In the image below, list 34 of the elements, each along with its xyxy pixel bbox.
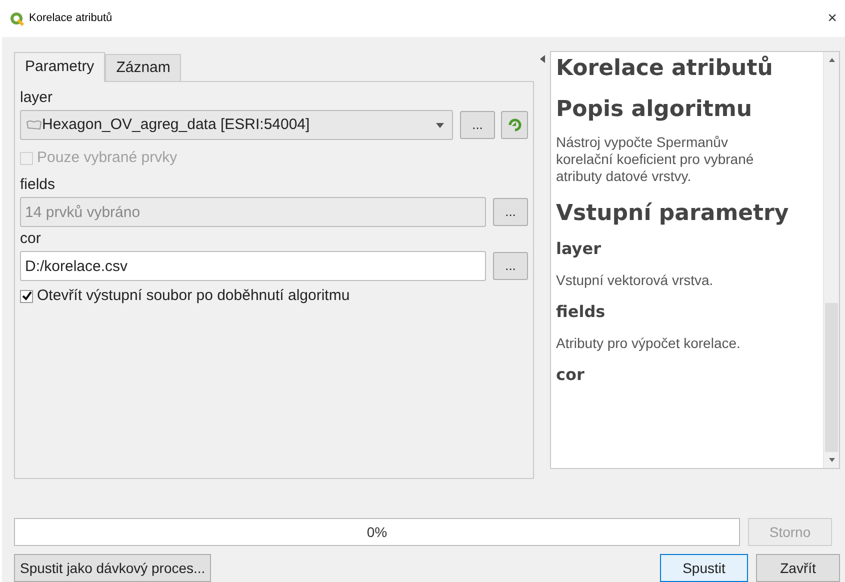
help-subheading: layer — [556, 238, 602, 260]
text-field[interactable]: D:/korelace.csv — [20, 251, 486, 281]
tab[interactable]: Záznam — [105, 54, 182, 81]
layer-dropdown[interactable]: Hexagon_OV_agreg_data [ESRI:54004] — [20, 110, 453, 140]
refresh-icon — [506, 117, 522, 133]
checkbox-label: Otevřít výstupní soubor po doběhnutí algoritmu — [37, 286, 350, 306]
help-subheading: cor — [556, 364, 586, 386]
run-button[interactable]: Spustit — [660, 554, 748, 582]
iterate-button[interactable] — [501, 111, 528, 139]
help-text: Atributy pro výpočet korelace. — [556, 335, 742, 352]
field-label: cor — [20, 229, 42, 249]
collapse-arrow-icon[interactable] — [540, 55, 544, 63]
help-heading: Korelace atributů — [556, 55, 774, 83]
field-label: layer — [20, 88, 54, 108]
help-subheading: fields — [556, 301, 606, 323]
browse-button[interactable]: ... — [460, 111, 495, 139]
help-text: Nástroj vypočte Spermanův korelační koeficient pro vybrané atributy datové vrstvy. — [556, 134, 755, 185]
help-text: Vstupní vektorová vrstva. — [556, 272, 714, 289]
checkbox[interactable] — [20, 290, 33, 302]
dropdown-arrow-icon — [436, 122, 444, 128]
batch-process-button[interactable]: Spustit jako dávkový proces... — [14, 554, 212, 582]
scrollbar[interactable] — [823, 52, 839, 468]
checkbox-label: Pouze vybrané prvky — [37, 148, 178, 168]
browse-button[interactable]: ... — [493, 252, 528, 280]
help-heading: Vstupní parametry — [556, 200, 790, 228]
tab[interactable]: Parametry — [14, 52, 106, 82]
help-heading: Popis algoritmu — [556, 96, 754, 124]
field-label: fields — [20, 175, 56, 195]
close-dialog-button[interactable]: Zavřít — [756, 554, 840, 582]
window-title: Korelace atributů — [29, 11, 112, 26]
close-button[interactable]: × — [824, 10, 841, 26]
progress-bar: 0% — [14, 518, 740, 546]
polygon-layer-icon — [26, 120, 42, 130]
app-logo-icon — [10, 12, 24, 26]
